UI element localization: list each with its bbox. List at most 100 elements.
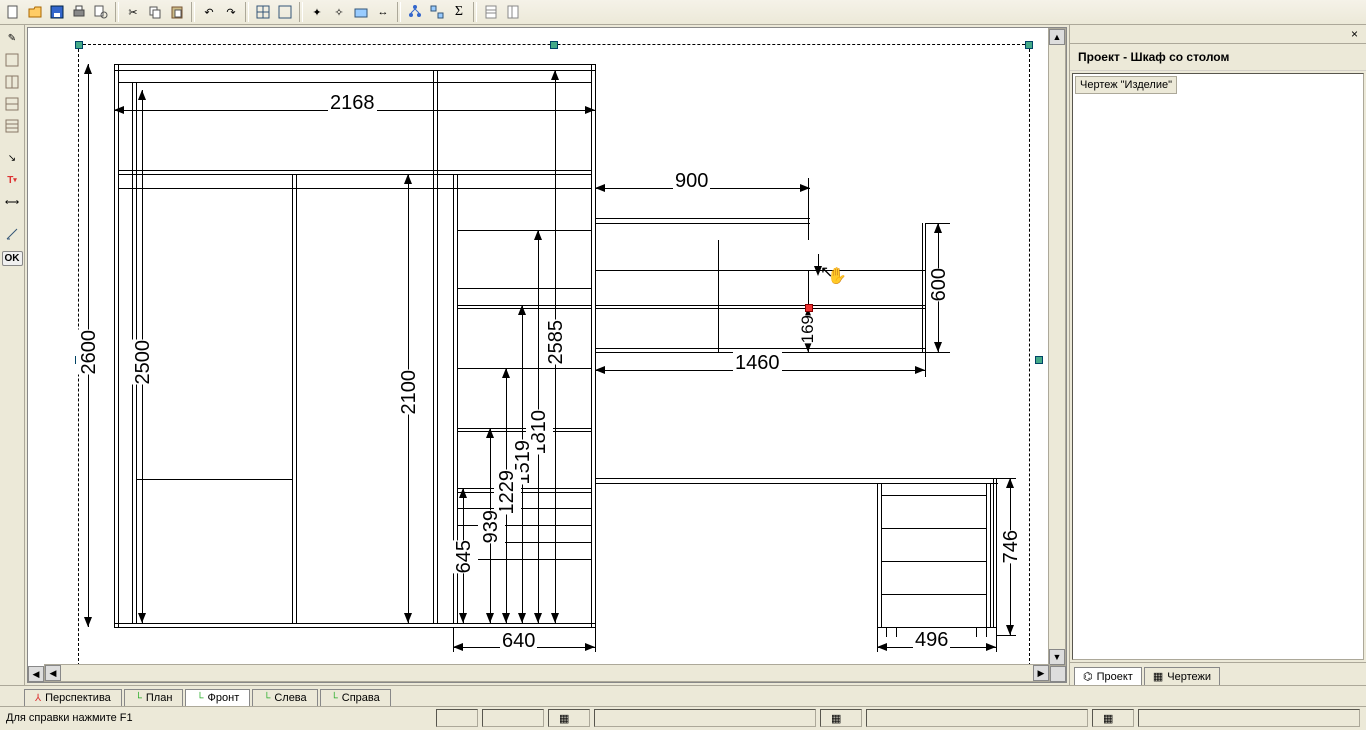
dim-496: 496	[913, 629, 950, 652]
text-tool-icon[interactable]: T▾	[2, 170, 22, 190]
tab-label: Справа	[342, 692, 380, 704]
new-icon[interactable]	[2, 1, 24, 23]
tab-label: Чертежи	[1167, 671, 1211, 683]
dim-939: 939	[478, 510, 505, 543]
dim-169: 169	[796, 315, 820, 343]
select-tool-icon[interactable]: ✎	[2, 28, 22, 48]
dim-1460: 1460	[733, 352, 782, 375]
status-cell-icon: ▦	[1092, 709, 1134, 727]
main-toolbar: ✂ ↶ ↷ ✦ ✧ ↔ Σ	[0, 0, 1366, 25]
scroll-left-icon[interactable]: ◀	[45, 665, 61, 681]
save-icon[interactable]	[46, 1, 68, 23]
wiz3-icon[interactable]	[350, 1, 372, 23]
tab-plan[interactable]: └ План	[124, 689, 184, 706]
axis-icon: └	[135, 693, 142, 704]
scroll-right-icon[interactable]: ▶	[1033, 665, 1049, 681]
ok-button[interactable]: OK	[2, 251, 23, 266]
wiz2-icon[interactable]: ✧	[328, 1, 350, 23]
grid2-icon[interactable]	[274, 1, 296, 23]
drawing-content: 2168 900 1460 600 169	[38, 30, 1046, 662]
tab-project[interactable]: ⌬ Проект	[1074, 667, 1142, 685]
wiz4-icon[interactable]: ↔	[372, 1, 394, 23]
tab-label: План	[146, 692, 173, 704]
left-toolbar: ✎ ↘ T▾ ⟷ OK	[0, 25, 25, 685]
scroll-down-icon[interactable]: ▼	[1049, 649, 1065, 665]
dim-600: 600	[926, 268, 953, 301]
dim-746: 746	[998, 530, 1025, 563]
drawings-icon: ▦	[1153, 670, 1163, 683]
undo-icon[interactable]: ↶	[198, 1, 220, 23]
status-cell	[866, 709, 1088, 727]
tool2-icon[interactable]	[2, 50, 22, 70]
tab-label: Перспектива	[45, 692, 111, 704]
scroll-origin[interactable]: ◀	[28, 666, 44, 682]
status-cell	[482, 709, 544, 727]
sheet2-icon[interactable]	[502, 1, 524, 23]
tab-label: Проект	[1097, 671, 1133, 683]
dim-645: 645	[451, 540, 478, 573]
redo-icon[interactable]: ↷	[220, 1, 242, 23]
scrollbar-vertical[interactable]: ▲ ▼	[1048, 28, 1066, 666]
sheet1-icon[interactable]	[480, 1, 502, 23]
tab-front[interactable]: └ Фронт	[185, 689, 250, 706]
panel-tabs: ⌬ Проект ▦ Чертежи	[1070, 662, 1366, 685]
tab-left[interactable]: └ Слева	[252, 689, 317, 706]
status-cell	[594, 709, 816, 727]
dim-1229: 1229	[494, 470, 521, 515]
status-cell	[436, 709, 478, 727]
dim-tool-icon[interactable]: ⟷	[2, 192, 22, 212]
dim-2500: 2500	[130, 340, 157, 385]
dim-2100: 2100	[396, 370, 423, 415]
tree-icon: ⌬	[1083, 670, 1093, 683]
tab-label: Фронт	[208, 692, 240, 704]
sel-handle[interactable]	[1035, 356, 1043, 364]
line-tool-icon[interactable]: ↘	[2, 148, 22, 168]
tree-item-drawing[interactable]: Чертеж "Изделие"	[1075, 76, 1177, 94]
dim-2168: 2168	[328, 92, 377, 115]
tool3-icon[interactable]	[2, 72, 22, 92]
measure-tool-icon[interactable]	[2, 224, 22, 244]
sel-handle[interactable]	[75, 41, 83, 49]
paste-icon[interactable]	[166, 1, 188, 23]
sum-icon[interactable]: Σ	[448, 1, 470, 23]
open-icon[interactable]	[24, 1, 46, 23]
tab-right[interactable]: └ Справа	[320, 689, 391, 706]
sel-handle[interactable]	[550, 41, 558, 49]
tool5-icon[interactable]	[2, 116, 22, 136]
tool4-icon[interactable]	[2, 94, 22, 114]
dim-2585: 2585	[543, 320, 570, 365]
axis-icon: └	[331, 693, 338, 704]
dim-2600: 2600	[76, 330, 103, 375]
print-preview-icon[interactable]	[90, 1, 112, 23]
panel-titlebar: ×	[1070, 25, 1366, 44]
status-help-text: Для справки нажмите F1	[6, 712, 133, 724]
status-cell-icon: ▦	[820, 709, 862, 727]
sel-handle[interactable]	[1025, 41, 1033, 49]
panel-header: Проект - Шкаф со столом	[1070, 44, 1366, 71]
wiz1-icon[interactable]: ✦	[306, 1, 328, 23]
print-icon[interactable]	[68, 1, 90, 23]
axis-icon: ⅄	[35, 693, 41, 704]
tab-label: Слева	[274, 692, 306, 704]
status-bar: Для справки нажмите F1 ▦ ▦ ▦	[0, 706, 1366, 729]
panel-body: Чертеж "Изделие"	[1072, 73, 1364, 660]
panel-close-icon[interactable]: ×	[1347, 27, 1362, 41]
dim-640: 640	[500, 630, 537, 653]
tab-drawings[interactable]: ▦ Чертежи	[1144, 667, 1220, 685]
axis-icon: └	[196, 693, 203, 704]
cut-icon[interactable]: ✂	[122, 1, 144, 23]
dim-900: 900	[673, 170, 710, 193]
snap-point	[805, 304, 813, 312]
axis-icon: └	[263, 693, 270, 704]
copy-icon[interactable]	[144, 1, 166, 23]
scroll-up-icon[interactable]: ▲	[1049, 29, 1065, 45]
scrollbar-horizontal[interactable]: ◀ ▶	[44, 664, 1050, 682]
view-tabs: ⅄ Перспектива └ План └ Фронт └ Слева └ С…	[0, 685, 1366, 706]
group-icon[interactable]	[426, 1, 448, 23]
grid1-icon[interactable]	[252, 1, 274, 23]
tab-perspective[interactable]: ⅄ Перспектива	[24, 689, 122, 706]
tree-icon[interactable]	[404, 1, 426, 23]
status-cell	[1138, 709, 1360, 727]
drawing-canvas[interactable]: 2168 900 1460 600 169	[27, 27, 1067, 683]
status-cell-icon: ▦	[548, 709, 590, 727]
